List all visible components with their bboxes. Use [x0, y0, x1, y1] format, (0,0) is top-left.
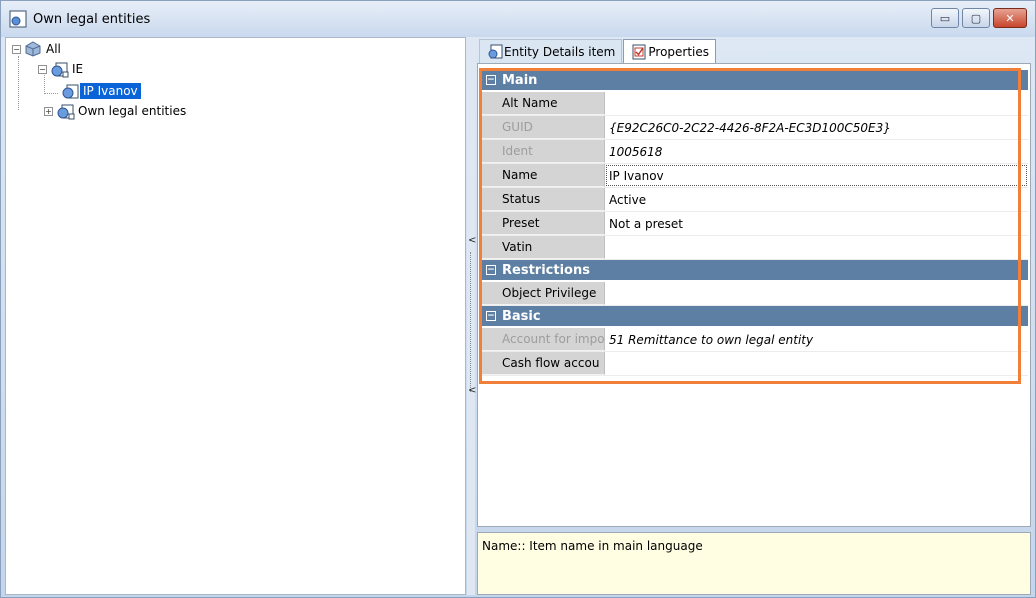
property-row[interactable]: Status Active: [482, 188, 1028, 212]
category-label: Main: [502, 72, 538, 88]
property-name: Name: [482, 164, 605, 187]
property-grid: − Main Alt Name GUID {E92C26C0-2C22-4426…: [482, 70, 1028, 376]
tree-panel[interactable]: − All − IE IP Ivanov + Own legal entitie…: [5, 37, 466, 595]
property-name: Preset: [482, 212, 605, 235]
collapse-icon[interactable]: −: [486, 311, 496, 321]
minimize-button[interactable]: ▭: [931, 8, 959, 28]
collapse-left-icon[interactable]: <: [468, 234, 476, 248]
close-icon: ✕: [1005, 11, 1015, 25]
title-bar[interactable]: Own legal entities ▭ ▢ ✕: [1, 1, 1035, 37]
tree-node-label: IE: [72, 62, 84, 76]
property-row[interactable]: GUID {E92C26C0-2C22-4426-8F2A-EC3D100C50…: [482, 116, 1028, 140]
name-value-field[interactable]: IP Ivanov: [605, 164, 1028, 187]
property-value: 1005618: [609, 144, 663, 159]
property-value: 51 Remittance to own legal entity: [609, 332, 814, 347]
entity-item-icon: [62, 84, 79, 99]
property-row[interactable]: Object Privilege: [482, 282, 1028, 306]
property-name: Status: [482, 188, 605, 211]
property-row[interactable]: Ident 1005618: [482, 140, 1028, 164]
category-label: Restrictions: [502, 262, 590, 278]
tree-node-own-legal-entities[interactable]: + Own legal entities: [44, 102, 189, 120]
close-button[interactable]: ✕: [993, 8, 1027, 28]
collapse-icon[interactable]: −: [486, 265, 496, 275]
minimize-icon: ▭: [939, 11, 951, 25]
description-text: Name:: Item name in main language: [482, 539, 703, 553]
category-label: Basic: [502, 308, 541, 324]
tree-node-ie[interactable]: − IE: [38, 60, 86, 78]
tab-properties[interactable]: Properties: [623, 39, 717, 63]
property-name: Vatin: [482, 236, 605, 259]
category-restrictions[interactable]: − Restrictions: [482, 260, 1028, 282]
tree-node-ip-ivanov[interactable]: IP Ivanov: [60, 82, 141, 100]
property-name: Alt Name: [482, 92, 605, 115]
entity-folder-icon: [57, 104, 75, 120]
property-row[interactable]: Vatin: [482, 236, 1028, 260]
property-value[interactable]: [605, 352, 1028, 375]
category-basic[interactable]: − Basic: [482, 306, 1028, 328]
window-controls: ▭ ▢ ✕: [928, 8, 1027, 28]
collapse-icon[interactable]: −: [38, 64, 47, 74]
property-value[interactable]: Not a preset: [605, 212, 1028, 235]
tab-entity-details[interactable]: Entity Details item: [479, 39, 623, 63]
tab-strip: Entity Details item Properties: [479, 39, 717, 63]
app-entity-icon: [9, 10, 27, 28]
property-name: Ident: [482, 140, 605, 163]
description-panel: Name:: Item name in main language: [477, 532, 1031, 595]
tree-connector: [44, 93, 58, 94]
tree-connector: [18, 56, 19, 110]
splitter-grip: [470, 252, 471, 392]
property-value[interactable]: Active: [605, 188, 1028, 211]
property-row[interactable]: Name IP Ivanov: [482, 164, 1028, 188]
tree-node-label: IP Ivanov: [80, 83, 141, 99]
entity-icon: [488, 44, 503, 58]
property-name: Account for impo: [482, 328, 605, 351]
property-value[interactable]: [605, 282, 1028, 305]
property-value: {E92C26C0-2C22-4426-8F2A-EC3D100C50E3}: [609, 120, 891, 135]
properties-icon: [632, 44, 646, 59]
main-window: Own legal entities ▭ ▢ ✕ − All − IE IP I…: [0, 0, 1036, 598]
property-grid-panel: − Main Alt Name GUID {E92C26C0-2C22-4426…: [477, 63, 1031, 527]
tab-label: Entity Details item: [504, 44, 616, 59]
maximize-button[interactable]: ▢: [962, 8, 990, 28]
tree-node-label: All: [46, 42, 61, 56]
category-main[interactable]: − Main: [482, 70, 1028, 92]
property-name: Object Privilege: [482, 282, 605, 305]
expand-icon[interactable]: +: [44, 106, 53, 116]
collapse-left-icon[interactable]: <: [468, 384, 476, 398]
entity-folder-icon: [51, 62, 69, 78]
globe-icon: [25, 41, 41, 57]
property-row[interactable]: Account for impo 51 Remittance to own le…: [482, 328, 1028, 352]
panel-splitter[interactable]: < <: [467, 37, 476, 595]
property-row[interactable]: Preset Not a preset: [482, 212, 1028, 236]
window-title: Own legal entities: [33, 12, 151, 27]
collapse-icon[interactable]: −: [12, 44, 21, 54]
tree-node-all[interactable]: − All: [12, 40, 64, 58]
property-value[interactable]: [605, 92, 1028, 115]
property-row[interactable]: Cash flow accou: [482, 352, 1028, 376]
tree-node-label: Own legal entities: [78, 104, 187, 118]
maximize-icon: ▢: [970, 11, 982, 25]
tab-label: Properties: [648, 44, 710, 59]
property-name: GUID: [482, 116, 605, 139]
property-row[interactable]: Alt Name: [482, 92, 1028, 116]
collapse-icon[interactable]: −: [486, 75, 496, 85]
property-value[interactable]: [605, 236, 1028, 259]
property-name: Cash flow accou: [482, 352, 605, 375]
